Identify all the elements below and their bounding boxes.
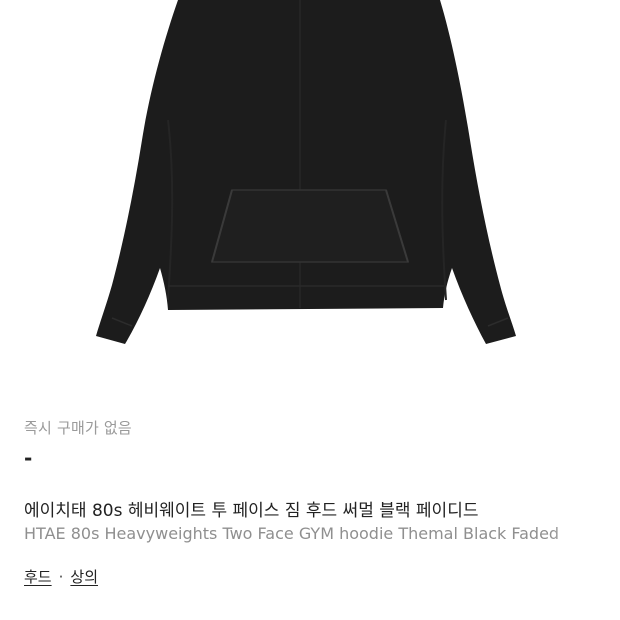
instant-purchase-label: 즉시 구매가 없음 <box>24 419 132 437</box>
hoodie-body <box>96 0 516 344</box>
category-separator: · <box>58 568 64 586</box>
category-link-top[interactable]: 상의 <box>70 568 98 586</box>
category-breadcrumb: 후드 · 상의 <box>24 566 98 587</box>
product-image[interactable] <box>0 0 620 390</box>
product-title-korean: 에이치태 80s 헤비웨이트 투 페이스 짐 후드 써멀 블랙 페이디드 <box>24 501 479 521</box>
price-value: - <box>24 446 33 470</box>
hoodie-illustration <box>96 0 516 344</box>
product-title-english: HTAE 80s Heavyweights Two Face GYM hoodi… <box>24 524 560 543</box>
product-page: 즉시 구매가 없음 - 에이치태 80s 헤비웨이트 투 페이스 짐 후드 써멀… <box>0 0 620 620</box>
category-link-hood[interactable]: 후드 <box>24 568 52 586</box>
kangaroo-pocket <box>211 189 410 263</box>
